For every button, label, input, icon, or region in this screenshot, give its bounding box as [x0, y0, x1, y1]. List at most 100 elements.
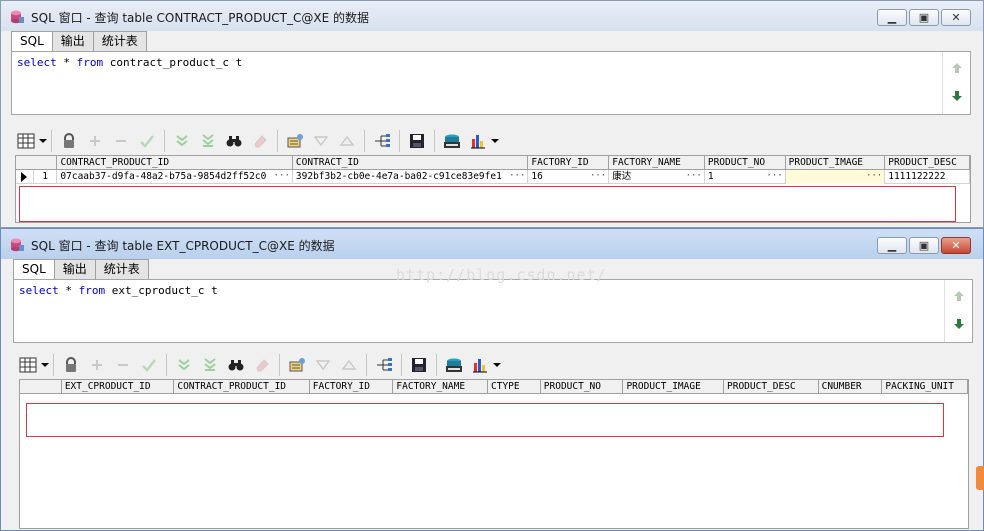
save-button[interactable]	[404, 128, 430, 154]
title-bar: SQL 窗口 - 查询 table CONTRACT_PRODUCT_C@XE …	[1, 1, 983, 31]
triangle-down-icon	[314, 136, 328, 146]
delete-record-button[interactable]	[108, 128, 134, 154]
column-header[interactable]: PRODUCT_DESC	[885, 156, 970, 170]
arrow-up-icon[interactable]	[951, 62, 963, 74]
column-header[interactable]: FACTORY_ID	[310, 380, 394, 394]
column-header[interactable]: CONTRACT_PRODUCT_ID	[174, 380, 310, 394]
column-header[interactable]: PRODUCT_NO	[541, 380, 624, 394]
tab-statistics[interactable]: 统计表	[92, 31, 147, 51]
cell-product-desc[interactable]: 1111122222	[885, 170, 970, 184]
chart-button[interactable]	[465, 128, 491, 154]
single-record-view-button[interactable]	[282, 128, 308, 154]
insert-record-button[interactable]	[84, 352, 110, 378]
ellipsis-icon[interactable]: ···	[866, 170, 882, 183]
post-changes-button[interactable]	[134, 128, 160, 154]
database-icon	[11, 10, 24, 24]
post-changes-button[interactable]	[136, 352, 162, 378]
table-row[interactable]: 1 07caab37-d9fa-48a2-b75a-9854d2ff52c0 ··…	[16, 170, 970, 184]
column-header[interactable]: PRODUCT_DESC	[724, 380, 819, 394]
sql-text[interactable]: select * from ext_cproduct_c t	[19, 284, 218, 297]
chart-button[interactable]	[467, 352, 493, 378]
arrow-down-icon[interactable]	[953, 318, 965, 330]
query-all-button[interactable]	[195, 128, 221, 154]
delete-record-button[interactable]	[110, 352, 136, 378]
export-button[interactable]	[441, 352, 467, 378]
query-next-button[interactable]	[169, 128, 195, 154]
grid-view-button[interactable]	[13, 128, 39, 154]
last-page-icon	[204, 358, 216, 371]
column-header[interactable]: CTYPE	[488, 380, 541, 394]
maximize-button[interactable]: ▣	[909, 237, 939, 254]
close-button[interactable]: ✕	[941, 237, 971, 254]
find-button[interactable]	[221, 128, 247, 154]
minimize-button[interactable]: ▁	[877, 9, 907, 26]
close-button[interactable]: ✕	[941, 9, 971, 26]
cell-product-no[interactable]: 1 ···	[705, 170, 786, 184]
cell-product-image[interactable]: ···	[785, 170, 886, 184]
plus-icon	[90, 136, 100, 146]
tab-statistics[interactable]: 统计表	[94, 259, 149, 279]
export-icon	[444, 134, 460, 148]
double-chevron-down-icon	[178, 359, 190, 371]
cell-contract-id[interactable]: 392bf3b2-cb0e-4e7a-ba02-c91ce83e9fe1 ···	[293, 170, 529, 184]
ellipsis-icon[interactable]: ···	[686, 170, 702, 183]
sql-text[interactable]: select * from contract_product_c t	[17, 56, 242, 69]
explain-plan-button[interactable]	[371, 352, 397, 378]
lock-button[interactable]	[58, 352, 84, 378]
ellipsis-icon[interactable]: ···	[509, 170, 525, 183]
find-button[interactable]	[223, 352, 249, 378]
insert-record-button[interactable]	[82, 128, 108, 154]
query-next-button[interactable]	[171, 352, 197, 378]
previous-page-button[interactable]	[336, 352, 362, 378]
sql-editor[interactable]: select * from ext_cproduct_c t	[13, 279, 973, 343]
single-record-view-button[interactable]	[284, 352, 310, 378]
maximize-button[interactable]: ▣	[909, 9, 939, 26]
query-all-button[interactable]	[197, 352, 223, 378]
lock-button[interactable]	[56, 128, 82, 154]
save-button[interactable]	[406, 352, 432, 378]
cell-factory-name[interactable]: 康达 ···	[609, 170, 705, 184]
next-page-button[interactable]	[308, 128, 334, 154]
next-page-button[interactable]	[310, 352, 336, 378]
column-header[interactable]: CNUMBER	[819, 380, 883, 394]
arrow-down-icon[interactable]	[951, 90, 963, 102]
ellipsis-icon[interactable]: ···	[274, 170, 290, 183]
explain-plan-button[interactable]	[369, 128, 395, 154]
chevron-down-icon[interactable]	[41, 352, 49, 378]
grid-view-button[interactable]	[15, 352, 41, 378]
result-grid[interactable]: EXT_CPRODUCT_ID CONTRACT_PRODUCT_ID FACT…	[19, 379, 969, 529]
grid-icon	[19, 357, 37, 373]
close-icon: ✕	[951, 11, 961, 24]
column-header[interactable]: CONTRACT_ID	[293, 156, 529, 170]
tab-sql[interactable]: SQL	[11, 31, 53, 52]
arrow-up-icon[interactable]	[953, 290, 965, 302]
tab-sql[interactable]: SQL	[13, 259, 55, 280]
binoculars-icon	[226, 136, 242, 147]
column-header[interactable]: FACTORY_NAME	[609, 156, 705, 170]
column-header[interactable]: PRODUCT_NO	[705, 156, 786, 170]
ellipsis-icon[interactable]: ···	[590, 170, 606, 183]
tab-output[interactable]: 输出	[53, 259, 96, 279]
clear-button[interactable]	[249, 352, 275, 378]
clear-button[interactable]	[247, 128, 273, 154]
export-button[interactable]	[439, 128, 465, 154]
side-tab-icon[interactable]	[976, 466, 984, 490]
previous-page-button[interactable]	[334, 128, 360, 154]
column-header[interactable]: PRODUCT_IMAGE	[623, 380, 725, 394]
chevron-down-icon[interactable]	[493, 352, 501, 378]
tab-output[interactable]: 输出	[51, 31, 94, 51]
grid-header: CONTRACT_PRODUCT_ID CONTRACT_ID FACTORY_…	[16, 156, 970, 170]
ellipsis-icon[interactable]: ···	[766, 170, 782, 183]
column-header[interactable]: FACTORY_ID	[528, 156, 610, 170]
column-header[interactable]: PACKING_UNIT	[882, 380, 968, 394]
cell-contract-product-id[interactable]: 07caab37-d9fa-48a2-b75a-9854d2ff52c0 ···	[57, 170, 293, 184]
column-header[interactable]: FACTORY_NAME	[393, 380, 488, 394]
chevron-down-icon[interactable]	[39, 128, 47, 154]
sql-editor[interactable]: select * from contract_product_c t	[11, 51, 971, 115]
minimize-button[interactable]: ▁	[877, 237, 907, 254]
chevron-down-icon[interactable]	[491, 128, 499, 154]
column-header[interactable]: CONTRACT_PRODUCT_ID	[57, 156, 293, 170]
column-header[interactable]: PRODUCT_IMAGE	[786, 156, 886, 170]
cell-factory-id[interactable]: 16 ···	[528, 170, 610, 184]
column-header[interactable]: EXT_CPRODUCT_ID	[62, 380, 175, 394]
